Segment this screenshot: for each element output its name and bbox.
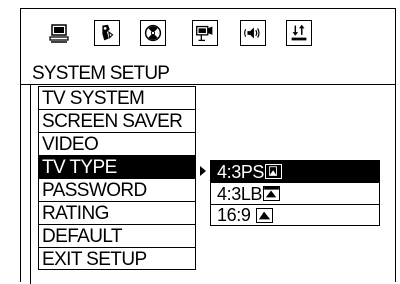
speaker-setup-icon[interactable]	[94, 20, 120, 46]
menu-item-video[interactable]: VIDEO	[38, 132, 196, 155]
pan-scan-icon	[265, 164, 283, 179]
menu-item-screen-saver[interactable]: SCREEN SAVER	[38, 109, 196, 132]
submenu-item-label: 4:3LB	[217, 183, 263, 204]
menu-item-exit-setup[interactable]: EXIT SETUP	[38, 247, 196, 270]
general-setup-icon[interactable]	[46, 20, 72, 46]
preference-setup-icon[interactable]	[286, 20, 312, 46]
submenu-arrow-icon	[200, 166, 206, 176]
page-title: SYSTEM SETUP	[32, 63, 170, 84]
setup-toolbar	[0, 20, 400, 50]
submenu-item-label: 16:9	[217, 205, 251, 225]
submenu-item-4-3-ps[interactable]: 4:3PS	[210, 160, 380, 182]
menu-item-default[interactable]: DEFAULT	[38, 224, 196, 247]
submenu-item-16-9[interactable]: 16:9	[210, 204, 380, 226]
tv-type-submenu: 4:3PS 4:3LB 16:9	[210, 160, 380, 226]
submenu-item-label: 4:3PS	[217, 161, 265, 182]
system-setup-menu: TV SYSTEM SCREEN SAVER VIDEO TV TYPE PAS…	[38, 86, 196, 270]
submenu-item-4-3-lb[interactable]: 4:3LB	[210, 182, 380, 204]
dolby-setup-icon[interactable]	[140, 20, 166, 46]
letterbox-icon	[263, 186, 281, 201]
widescreen-icon	[256, 207, 274, 223]
menu-item-tv-system[interactable]: TV SYSTEM	[38, 86, 196, 109]
menu-item-tv-type[interactable]: TV TYPE	[38, 155, 196, 178]
menu-column-rule	[30, 85, 31, 284]
video-setup-icon[interactable]	[192, 20, 218, 46]
menu-item-password[interactable]: PASSWORD	[38, 178, 196, 201]
menu-item-rating[interactable]: RATING	[38, 201, 196, 224]
audio-setup-icon[interactable]	[240, 20, 266, 46]
